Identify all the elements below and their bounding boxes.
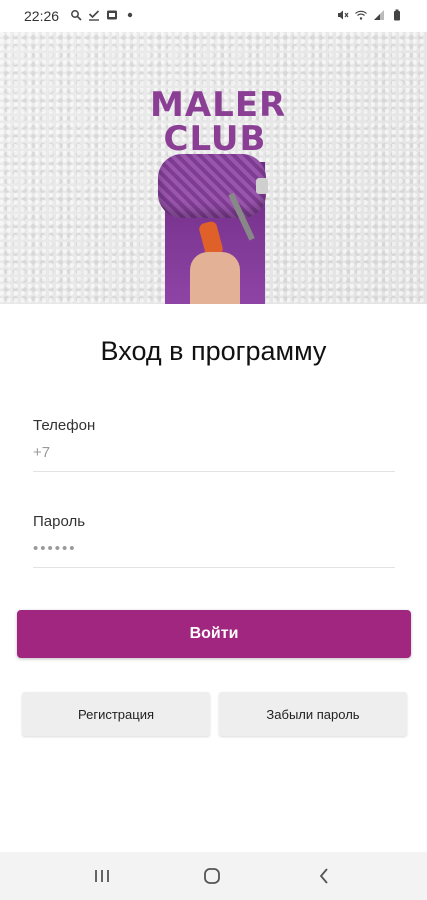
search-icon <box>71 10 82 21</box>
gallery-icon <box>107 10 117 20</box>
dot-icon <box>127 12 133 18</box>
login-button[interactable]: Войти <box>17 610 411 658</box>
status-system-icons <box>337 9 403 21</box>
password-field-group: Пароль <box>33 513 395 568</box>
battery-icon <box>394 9 400 21</box>
brand-line-2: CLUB <box>163 119 267 159</box>
status-notifications <box>70 9 136 21</box>
wifi-icon <box>355 10 367 20</box>
password-input[interactable] <box>33 530 395 568</box>
home-icon <box>204 868 220 884</box>
status-time: 22:26 <box>24 8 60 24</box>
brand-line-1: MALER <box>150 85 287 125</box>
brand-logo: MALER CLUB <box>150 85 287 159</box>
recent-apps-button[interactable] <box>82 862 122 890</box>
download-check-icon <box>88 10 100 21</box>
phone-input[interactable] <box>33 434 395 472</box>
phone-label: Телефон <box>33 417 96 434</box>
home-button[interactable] <box>192 862 232 890</box>
recent-apps-icon <box>95 870 109 882</box>
back-button[interactable] <box>304 862 344 890</box>
back-icon <box>319 868 328 884</box>
hero-banner: MALER CLUB <box>0 32 427 304</box>
register-button[interactable]: Регистрация <box>22 692 210 736</box>
forgot-password-button[interactable]: Забыли пароль <box>219 692 407 736</box>
phone-field-group: Телефон <box>33 417 395 472</box>
mute-icon <box>338 10 349 20</box>
navigation-bar <box>0 852 427 900</box>
roller-cap <box>256 178 268 194</box>
hand-illustration <box>190 252 240 304</box>
paint-roller <box>158 154 266 218</box>
signal-icon <box>374 10 384 20</box>
password-label: Пароль <box>33 513 86 530</box>
status-bar: 22:26 <box>0 0 427 32</box>
page-title: Вход в программу <box>100 336 327 366</box>
